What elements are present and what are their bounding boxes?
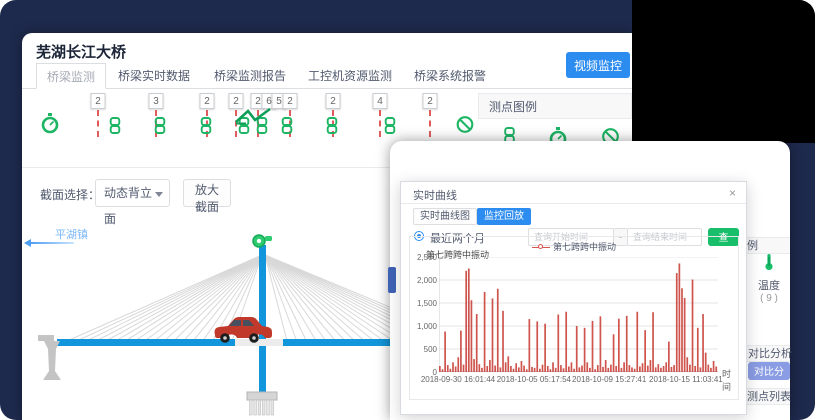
thermometer-icon [763,253,775,271]
section-controls: 截面选择： 动态背立面 放大截面 [22,178,402,208]
sensor-count-badge: 2 [283,93,298,109]
legend-marker-icon [532,244,550,251]
x-axis-tick: 2018-10-09 15:27:41 [572,375,646,384]
modal-title: 实时曲线 [413,187,457,203]
beam-icon[interactable] [234,107,276,130]
camera-icon[interactable] [253,235,272,247]
ban-icon[interactable] [456,115,475,139]
tab-bridge-monitoring[interactable]: 桥梁监测 [36,63,106,89]
tab-bridge-realtime-data[interactable]: 桥梁实时数据 [118,63,190,89]
y-axis-tick: 2,000 [411,276,437,285]
vibration-chart [439,257,718,372]
dropdown-value: 动态背立面 [104,186,152,226]
dashed-marker [429,110,431,137]
temperature-block[interactable]: 温度 ( 9 ) [748,253,790,304]
temperature-label: 温度 [748,277,790,293]
tab-bridge-system-alarm[interactable]: 桥梁系统报警 [414,63,486,89]
x-axis-tick: 2018-10-15 11:03:41 [649,375,723,384]
dashed-marker [379,110,381,137]
link-icon[interactable] [282,117,293,139]
modal-header: 实时曲线 × [401,182,746,204]
section-select-label: 截面选择： [40,186,100,203]
chart-container: 第七跨跨中振动 第七跨跨中振动 05001,0001,5002,0002,500… [409,236,739,400]
bridge-monitoring-screen: 芜湖长江大桥 桥梁监测 桥梁实时数据 桥梁监测报告 工控机资源监测 桥梁系统报警… [0,0,815,420]
sensor-count-badge: 2 [423,93,438,109]
sensor-count-badge: 3 [149,93,164,109]
link-icon[interactable] [110,117,121,139]
x-axis-title: 时间 [722,367,738,393]
legend-series-label: 第七跨跨中振动 [553,242,616,252]
dashed-marker [97,110,99,137]
y-axis-tick: 2,500 [411,253,437,262]
temperature-count: ( 9 ) [748,293,790,304]
tab-monitor-playback[interactable]: 监控回放 [477,208,531,225]
black-backdrop [632,0,815,143]
enlarge-section-button[interactable]: 放大截面 [183,179,231,207]
sensor-count-badge: 2 [200,93,215,109]
section-select-dropdown[interactable]: 动态背立面 [95,179,170,207]
y-axis-tick: 1,000 [411,322,437,331]
tab-ipc-resource-monitor[interactable]: 工控机资源监测 [308,63,392,89]
x-axis-tick: 2018-10-05 05:17:54 [497,375,571,384]
panel-handle[interactable] [388,267,396,293]
sensor-count-badge: 2 [326,93,341,109]
compare-header-text: 对比分析 [748,346,792,362]
y-axis-tick: 1,500 [411,299,437,308]
realtime-curve-modal: 实时曲线 × 实时曲线图 监控回放 最近两个月 - 查询 第七跨跨中振动 第七跨… [400,181,747,415]
gauge-icon[interactable] [41,113,59,140]
link-icon[interactable] [385,117,396,139]
video-surveillance-button[interactable]: 视频监控 [566,52,630,78]
x-axis-tick: 2018-09-30 16:01:44 [421,375,495,384]
tab-bridge-monitor-report[interactable]: 桥梁监测报告 [214,63,286,89]
chevron-down-icon [155,192,163,197]
link-icon[interactable] [201,117,212,139]
main-tabbar: 桥梁监测 桥梁实时数据 桥梁监测报告 工控机资源监测 桥梁系统报警 视频监控 [22,63,632,89]
compare-analysis-button[interactable]: 对比分析 [748,362,790,380]
tab-realtime-curve-chart[interactable]: 实时曲线图 [413,208,477,225]
link-icon[interactable] [155,117,166,139]
link-icon[interactable] [327,117,338,139]
close-icon[interactable]: × [729,186,736,200]
y-axis-tick: 500 [411,345,437,354]
sensor-count-badge: 4 [373,93,388,109]
sensor-count-badge: 2 [91,93,106,109]
page-title: 芜湖长江大桥 [36,41,126,62]
legend-panel-title: 测点图例 [478,93,632,119]
